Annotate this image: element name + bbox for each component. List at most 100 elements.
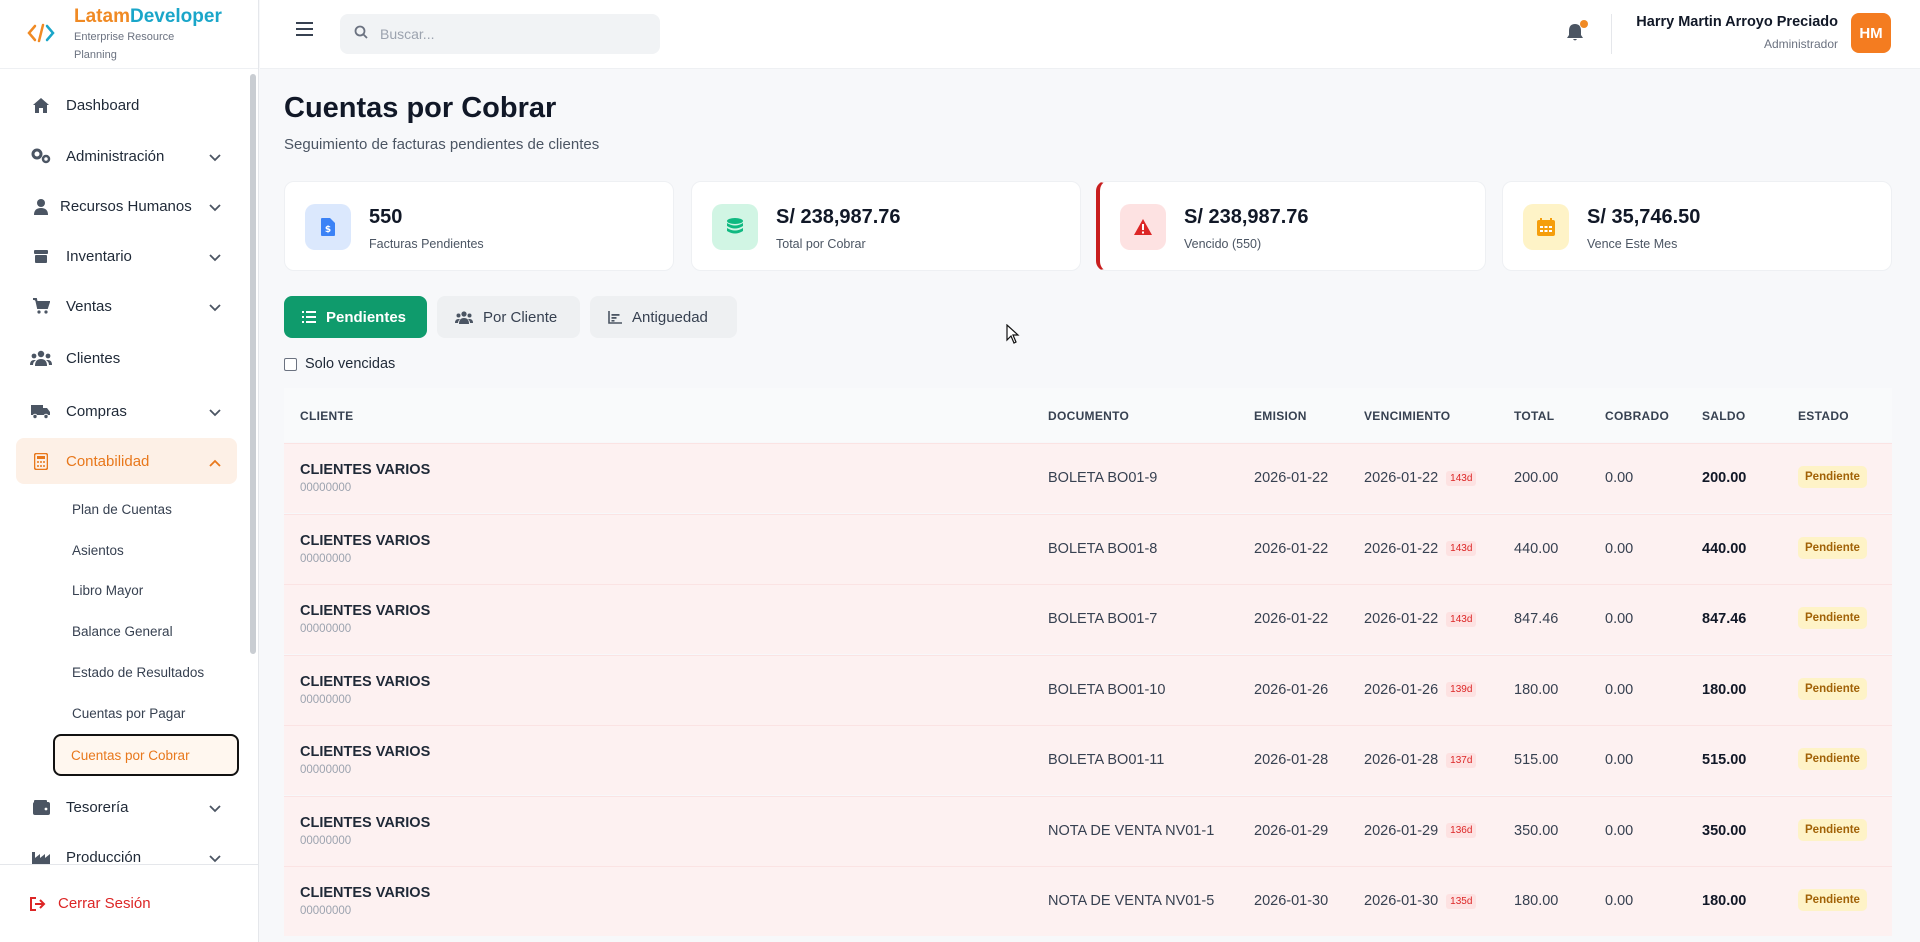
overdue-days-badge: 139d — [1446, 682, 1477, 698]
cell-total: 440.00 — [1514, 540, 1559, 557]
user-name[interactable]: Harry Martin Arroyo Preciado — [1636, 14, 1838, 30]
sidebar-subitem-cuentas-por-pagar[interactable]: Cuentas por Pagar — [54, 694, 238, 732]
cell-emision: 2026-01-22 — [1254, 611, 1329, 627]
cell-documento[interactable]: BOLETA BO01-10 — [1048, 682, 1165, 698]
overdue-days-badge: 136d — [1446, 823, 1477, 839]
table-row[interactable]: CLIENTES VARIOS 00000000 NOTA DE VENTA NV0… — [284, 795, 1892, 866]
search-icon — [354, 25, 368, 44]
sidebar-item-tesoreria[interactable]: Tesorería — [16, 784, 237, 830]
table-row[interactable]: CLIENTES VARIOS 00000000 BOLETA BO01-7 2026… — [284, 584, 1892, 654]
col-header-vencimiento[interactable]: VENCIMIENTO — [1364, 409, 1450, 423]
cell-emision: 2026-01-22 — [1254, 540, 1329, 557]
cell-vencimiento: 2026-01-22 143d — [1364, 470, 1477, 486]
sidebar-item-recursos-humanos[interactable]: Recursos Humanos — [16, 183, 237, 229]
client-document-number: 00000000 — [300, 552, 352, 565]
status-badge: Pendiente — [1798, 748, 1867, 770]
sidebar: LatamDeveloper Enterprise Resource Plann… — [0, 0, 259, 942]
status-badge: Pendiente — [1798, 607, 1867, 629]
sidebar-item-clientes[interactable]: Clientes — [16, 335, 237, 381]
table-row[interactable]: CLIENTES VARIOS 00000000 BOLETA BO01-10 202… — [284, 654, 1892, 725]
sidebar-subitem-cuentas-por-cobrar[interactable]: Cuentas por Cobrar — [53, 734, 239, 776]
cell-documento[interactable]: BOLETA BO01-9 — [1048, 470, 1157, 486]
table-row[interactable]: CLIENTES VARIOS 00000000 BOLETA BO01-8 2026… — [284, 513, 1892, 584]
tab-antiguedad[interactable]: Antiguedad — [590, 296, 737, 338]
col-header-cliente[interactable]: CLIENTE — [300, 409, 353, 423]
topbar: Harry Martin Arroyo Preciado Administrad… — [260, 0, 1920, 69]
sidebar-subitem-estado-de-resultados[interactable]: Estado de Resultados — [54, 653, 238, 691]
page-subtitle: Seguimiento de facturas pendientes de cl… — [284, 136, 600, 153]
table-row[interactable]: CLIENTES VARIOS 00000000 BOLETA BO01-11 202… — [284, 725, 1892, 795]
sidebar-item-produccion[interactable]: Producción — [16, 834, 237, 864]
cell-emision: 2026-01-28 — [1254, 752, 1329, 768]
chevron-down-icon — [209, 199, 221, 216]
sidebar-item-label: Dashboard — [66, 96, 140, 114]
cell-cobrado: 0.00 — [1605, 470, 1634, 486]
client-name: CLIENTES VARIOS — [300, 744, 431, 760]
brand[interactable]: LatamDeveloper Enterprise Resource Plann… — [0, 0, 258, 69]
logout-button[interactable]: Cerrar Sesión — [0, 864, 259, 942]
tab-pendientes[interactable]: Pendientes — [284, 296, 427, 338]
sidebar-subitem-plan-de-cuentas[interactable]: Plan de Cuentas — [54, 490, 238, 528]
avatar[interactable]: HM — [1851, 13, 1891, 53]
sidebar-item-compras[interactable]: Compras — [16, 388, 237, 434]
stat-value: S/ 238,987.76 — [776, 206, 901, 228]
sidebar-item-ventas[interactable]: Ventas — [16, 283, 237, 329]
cell-emision: 2026-01-29 — [1254, 822, 1329, 839]
sidebar-scrollbar[interactable] — [250, 74, 256, 654]
status-badge: Pendiente — [1798, 466, 1867, 488]
tab-por-cliente[interactable]: Por Cliente — [437, 296, 580, 338]
cell-documento[interactable]: NOTA DE VENTA NV01-1 — [1048, 823, 1214, 839]
col-header-documento[interactable]: DOCUMENTO — [1048, 409, 1129, 423]
cell-documento[interactable]: BOLETA BO01-8 — [1048, 541, 1157, 557]
mouse-cursor-icon — [1006, 323, 1020, 349]
cell-cobrado: 0.00 — [1605, 681, 1634, 698]
brand-logo-icon — [26, 18, 56, 48]
logout-label: Cerrar Sesión — [58, 895, 151, 912]
menu-toggle-icon[interactable] — [296, 22, 313, 41]
sidebar-subitem-asientos[interactable]: Asientos — [54, 531, 238, 569]
users-icon — [30, 348, 52, 368]
sidebar-item-label: Administración — [66, 147, 165, 165]
sidebar-item-dashboard[interactable]: Dashboard — [16, 82, 237, 128]
sidebar-subitem-libro-mayor[interactable]: Libro Mayor — [54, 571, 238, 609]
cell-cliente: CLIENTES VARIOS 00000000 — [300, 885, 430, 917]
solo-vencidas-checkbox[interactable] — [284, 357, 297, 371]
search-input[interactable] — [380, 26, 640, 42]
sidebar-item-contabilidad[interactable]: Contabilidad — [16, 438, 237, 484]
client-document-number: 00000000 — [300, 693, 352, 706]
col-header-saldo[interactable]: SALDO — [1702, 409, 1746, 423]
cell-total: 515.00 — [1514, 752, 1559, 768]
factory-icon — [30, 847, 52, 864]
cell-cliente: CLIENTES VARIOS 00000000 — [300, 533, 430, 565]
sidebar-subitem-balance-general[interactable]: Balance General — [54, 612, 238, 650]
notifications-bell-icon[interactable] — [1566, 20, 1588, 47]
sidebar-item-label: Clientes — [66, 349, 121, 367]
search-box[interactable] — [340, 14, 660, 54]
table-row[interactable]: CLIENTES VARIOS 00000000 NOTA DE VENTA NV0… — [284, 866, 1892, 936]
cell-documento[interactable]: BOLETA BO01-11 — [1048, 752, 1164, 768]
cell-emision: 2026-01-26 — [1254, 681, 1329, 698]
col-header-estado[interactable]: ESTADO — [1798, 409, 1849, 423]
sidebar-item-inventario[interactable]: Inventario — [16, 233, 237, 279]
client-document-number: 00000000 — [300, 764, 352, 776]
overdue-days-badge: 135d — [1446, 893, 1477, 909]
due-date: 2026-01-29 — [1364, 822, 1439, 839]
user-role: Administrador — [1763, 37, 1838, 51]
cell-saldo: 180.00 — [1702, 893, 1747, 909]
table-row[interactable]: CLIENTES VARIOS 00000000 BOLETA BO01-9 2026… — [284, 443, 1892, 513]
col-header-total[interactable]: TOTAL — [1514, 409, 1554, 423]
cell-cobrado: 0.00 — [1605, 540, 1634, 557]
due-date: 2026-01-22 — [1364, 611, 1439, 627]
solo-vencidas-filter[interactable]: Solo vencidas — [284, 356, 395, 372]
topbar-divider — [1611, 14, 1612, 54]
chevron-up-icon — [209, 454, 221, 471]
cell-documento[interactable]: NOTA DE VENTA NV01-5 — [1048, 893, 1214, 909]
col-header-emision[interactable]: EMISION — [1254, 409, 1307, 423]
stat-card-vence-este-mes: S/ 35,746.50 Vence Este Mes — [1502, 181, 1892, 271]
cell-documento[interactable]: BOLETA BO01-7 — [1048, 611, 1157, 627]
col-header-cobrado[interactable]: COBRADO — [1605, 409, 1669, 423]
sidebar-item-administracion[interactable]: Administración — [16, 133, 237, 179]
due-date: 2026-01-22 — [1364, 470, 1439, 486]
client-name: CLIENTES VARIOS — [300, 814, 431, 831]
cell-cliente: CLIENTES VARIOS 00000000 — [300, 674, 430, 706]
